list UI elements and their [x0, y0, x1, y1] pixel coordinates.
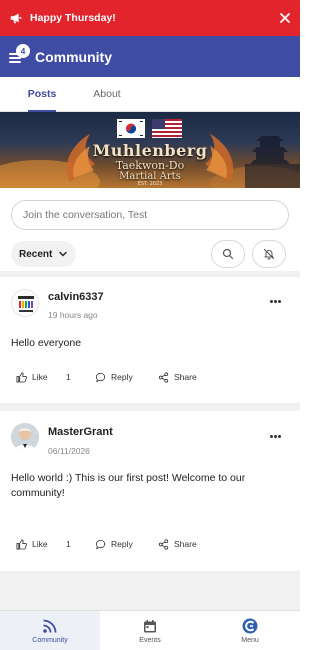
- post-card: calvin6337 19 hours ago Hello everyone L…: [0, 277, 300, 403]
- post-actions: Like 1 Reply Share: [0, 369, 300, 385]
- more-options-dot: [278, 300, 281, 303]
- post-body: Hello world :) This is our first post! W…: [11, 472, 246, 499]
- tab-about-label: About: [93, 88, 121, 100]
- dojang-logo-icon: [13, 291, 38, 316]
- megaphone-icon: [10, 13, 22, 24]
- search-icon: [222, 248, 234, 260]
- feed-bottom-spacer: [0, 571, 300, 610]
- sort-label: Recent: [19, 248, 53, 260]
- avatar[interactable]: [11, 423, 39, 451]
- page-title: Community: [35, 48, 112, 65]
- more-options-button[interactable]: [270, 300, 282, 304]
- announcement-text: Happy Thursday!: [30, 12, 116, 24]
- more-options-dot: [274, 435, 277, 438]
- cover-title-line1: Muhlenberg: [92, 141, 208, 160]
- nav-menu-label: Menu: [241, 637, 259, 644]
- nav-events-label: Events: [139, 636, 161, 644]
- reply-label: Reply: [111, 539, 133, 549]
- post-author[interactable]: MasterGrant: [48, 426, 113, 438]
- tab-posts[interactable]: Posts: [27, 77, 57, 112]
- post-actions: Like 1 Reply Share: [0, 536, 300, 552]
- like-count: 1: [66, 372, 71, 382]
- bell-off-icon: [263, 248, 275, 260]
- post-body: Hello everyone: [11, 337, 82, 349]
- sort-dropdown[interactable]: Recent: [11, 241, 77, 267]
- hamburger-line: [9, 60, 21, 63]
- like-button[interactable]: Like: [16, 536, 48, 552]
- conversation-input[interactable]: Join the conversation, Test: [11, 200, 289, 230]
- announcement-banner: Happy Thursday!: [0, 0, 300, 36]
- post-time: 06/11/2026: [48, 446, 90, 456]
- calendar-icon: [144, 619, 156, 632]
- filter-row: Recent: [11, 240, 289, 268]
- chat-bubble-icon: [95, 539, 106, 549]
- app-bar: 4 Community: [0, 36, 300, 77]
- notification-badge: 4: [16, 43, 30, 58]
- share-icon: [158, 538, 169, 550]
- tab-about[interactable]: About: [90, 77, 124, 111]
- like-button[interactable]: Like: [16, 369, 48, 385]
- chat-bubble-icon: [95, 372, 106, 382]
- close-icon[interactable]: [279, 12, 291, 24]
- post-author[interactable]: calvin6337: [48, 291, 104, 303]
- menu-button[interactable]: 4: [9, 43, 30, 67]
- tab-bar: Posts About: [0, 77, 300, 112]
- reply-label: Reply: [111, 372, 133, 382]
- more-options-dot: [270, 435, 273, 438]
- rss-icon: [43, 619, 57, 633]
- share-button[interactable]: Share: [158, 536, 197, 552]
- bottom-navigation: Community Events Menu: [0, 610, 300, 650]
- user-photo-icon: [11, 423, 39, 451]
- more-options-dot: [278, 435, 281, 438]
- avatar[interactable]: [11, 289, 39, 317]
- cover-established: EST. 2023: [137, 181, 163, 187]
- nav-events[interactable]: Events: [100, 611, 200, 650]
- post-card: MasterGrant 06/11/2026 Hello world :) Th…: [0, 411, 300, 571]
- share-button[interactable]: Share: [158, 369, 197, 385]
- nav-community[interactable]: Community: [0, 611, 100, 650]
- more-options-dot: [270, 300, 273, 303]
- mute-notifications-button[interactable]: [252, 240, 286, 268]
- tab-posts-label: Posts: [27, 88, 57, 100]
- like-label: Like: [32, 372, 48, 382]
- thumbs-up-icon: [16, 539, 27, 549]
- like-label: Like: [32, 539, 48, 549]
- reply-button[interactable]: Reply: [95, 536, 133, 552]
- chevron-down-icon: [59, 251, 68, 257]
- share-icon: [158, 371, 169, 383]
- conversation-placeholder: Join the conversation, Test: [23, 209, 148, 221]
- nav-menu[interactable]: Menu: [200, 611, 300, 650]
- thumbs-up-icon: [16, 372, 27, 382]
- section-divider: [0, 403, 300, 411]
- reply-button[interactable]: Reply: [95, 369, 133, 385]
- share-label: Share: [174, 372, 197, 382]
- share-label: Share: [174, 539, 197, 549]
- more-options-button[interactable]: [270, 435, 282, 439]
- community-cover-image: Muhlenberg Taekwon-Do Martial Arts EST. …: [0, 112, 300, 188]
- like-count: 1: [66, 539, 71, 549]
- nav-community-label: Community: [32, 637, 68, 644]
- search-button[interactable]: [211, 240, 245, 268]
- brand-logo-icon: [242, 618, 258, 634]
- more-options-dot: [274, 300, 277, 303]
- post-time: 19 hours ago: [48, 310, 98, 320]
